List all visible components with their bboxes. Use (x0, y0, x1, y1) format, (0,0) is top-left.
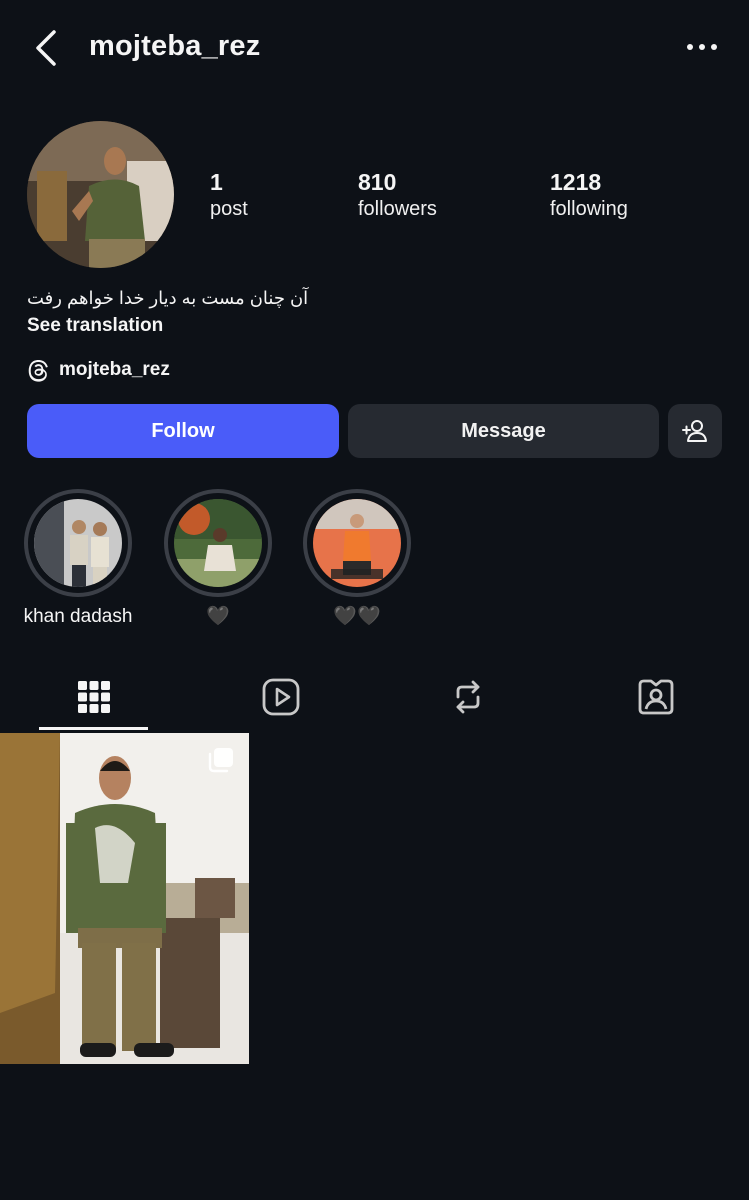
followers-count: 810 (358, 169, 397, 195)
grid-icon (78, 681, 110, 713)
tab-grid[interactable] (39, 664, 149, 730)
reels-icon (262, 678, 300, 716)
following-count: 1218 (550, 169, 602, 195)
followers-stat[interactable]: 810 followers (358, 168, 437, 222)
add-person-icon (682, 420, 707, 442)
post-photo-icon (0, 733, 249, 1064)
highlight-caption: khan dadash (23, 606, 133, 627)
suggest-users-button[interactable] (668, 404, 722, 458)
highlight-ring (303, 489, 411, 597)
follow-button[interactable]: Follow (27, 404, 339, 458)
followers-label: followers (358, 198, 437, 220)
highlight-caption: 🖤🖤 (333, 606, 381, 627)
multiple-photos-icon (208, 748, 233, 773)
posts-count: 1 (210, 169, 223, 195)
highlight-photo-icon (313, 499, 401, 587)
active-tab-indicator (39, 727, 148, 730)
highlight-ring (24, 489, 132, 597)
highlight-ring (164, 489, 272, 597)
highlight-photo-icon (174, 499, 262, 587)
see-translation-link[interactable]: See translation (27, 315, 163, 337)
posts-stat[interactable]: 1 post (210, 168, 248, 222)
profile-bio: آن چنان مست به دیار خدا خواهم رفت (27, 288, 309, 308)
tab-reposts[interactable] (413, 664, 523, 730)
message-button[interactable]: Message (348, 404, 659, 458)
back-chevron-icon[interactable] (30, 26, 64, 70)
highlight-3[interactable]: 🖤🖤 (302, 489, 412, 629)
highlight-1[interactable]: khan dadash (23, 489, 133, 629)
profile-avatar[interactable] (27, 121, 174, 268)
repost-icon (456, 680, 480, 714)
avatar-photo-icon (27, 121, 174, 268)
posts-label: post (210, 198, 248, 220)
following-label: following (550, 198, 628, 220)
highlight-caption: 🖤 (206, 606, 230, 627)
profile-username: mojteba_rez (89, 30, 261, 62)
tab-tagged[interactable] (601, 664, 711, 730)
threads-link[interactable]: mojteba_rez (27, 356, 170, 384)
highlight-2[interactable]: 🖤 (163, 489, 273, 629)
following-stat[interactable]: 1218 following (550, 168, 628, 222)
threads-handle: mojteba_rez (59, 359, 170, 380)
tab-reels[interactable] (226, 664, 336, 730)
highlight-photo-icon (34, 499, 122, 587)
more-options-icon[interactable] (684, 36, 720, 58)
threads-icon (28, 360, 48, 382)
post-thumbnail[interactable] (0, 733, 249, 1064)
tagged-icon (638, 679, 674, 715)
